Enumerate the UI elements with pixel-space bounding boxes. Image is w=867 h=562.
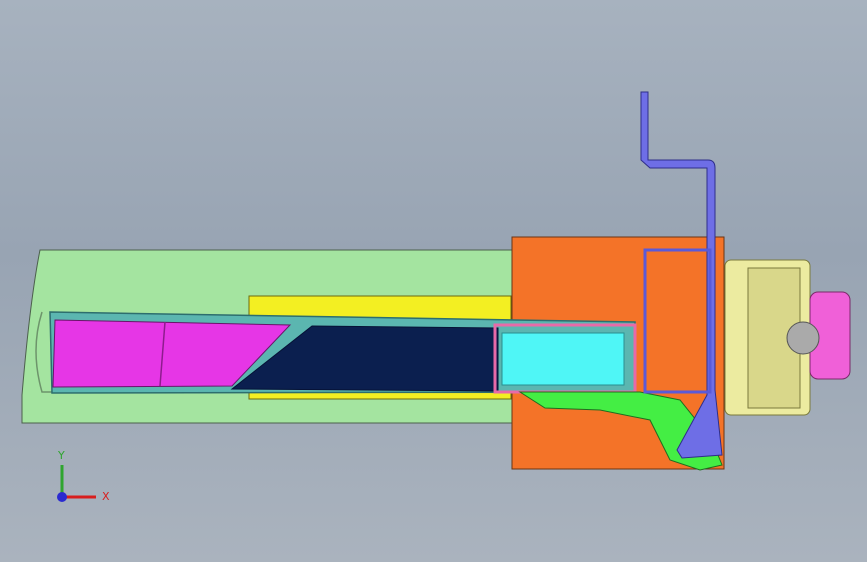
axis-triad: X Y — [57, 449, 110, 503]
x-axis-label: X — [102, 490, 110, 503]
model-canvas[interactable]: X Y — [0, 0, 867, 562]
y-axis-label: Y — [57, 449, 65, 462]
ball-joint[interactable] — [786, 321, 820, 355]
z-axis-dot — [57, 492, 67, 502]
cad-viewport[interactable]: X Y — [0, 0, 867, 562]
cyan-window[interactable] — [501, 332, 625, 386]
